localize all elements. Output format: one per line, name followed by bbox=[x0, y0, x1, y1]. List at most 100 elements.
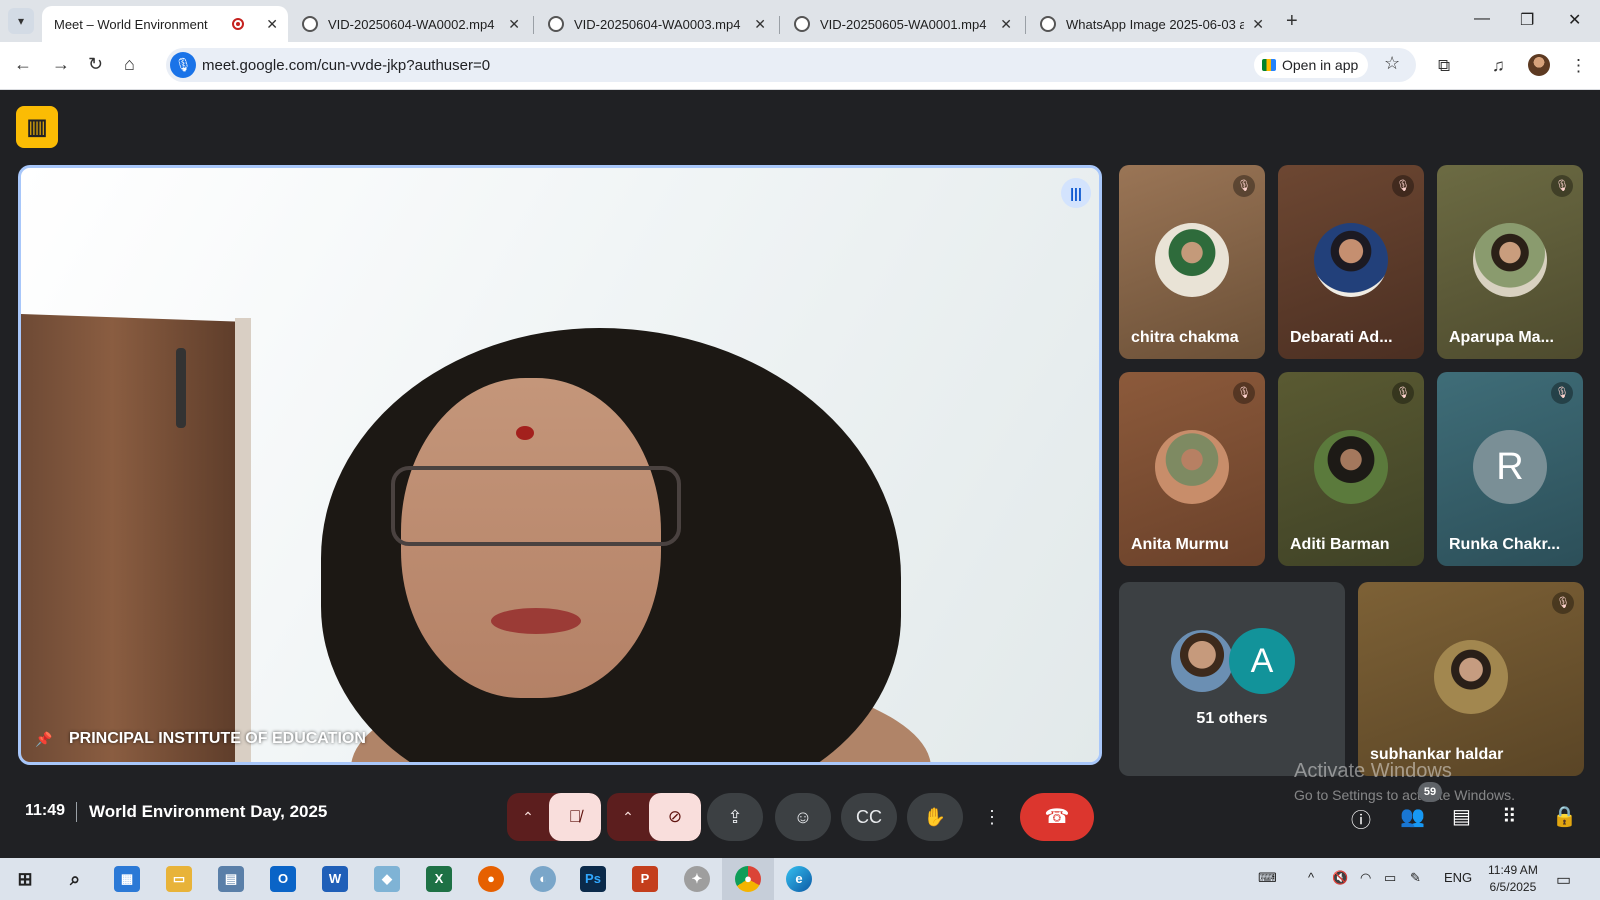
file-explorer-icon[interactable]: ▭ bbox=[166, 866, 192, 892]
close-tab-icon[interactable]: ✕ bbox=[508, 16, 520, 33]
participant-tile[interactable]: 🎙 Debarati Ad... bbox=[1278, 165, 1424, 359]
meeting-info-icon[interactable]: ⓘ bbox=[1351, 804, 1371, 833]
mic-off-icon: 🎙 bbox=[1551, 175, 1573, 197]
raise-hand-button[interactable]: ✋ bbox=[907, 793, 963, 841]
microphone-off-button[interactable]: 🎙̸ bbox=[549, 793, 601, 841]
restore-icon[interactable]: ❐ bbox=[1520, 10, 1534, 30]
camera-off-button[interactable]: ⊘ bbox=[649, 793, 701, 841]
close-tab-icon[interactable]: ✕ bbox=[266, 16, 278, 33]
store-icon[interactable]: ▦ bbox=[114, 866, 140, 892]
participant-avatar bbox=[1314, 223, 1388, 297]
participant-avatar bbox=[1434, 640, 1508, 714]
network-icon[interactable]: ◠ bbox=[1360, 870, 1371, 886]
present-screen-button[interactable]: ⇪ bbox=[707, 793, 763, 841]
activities-icon[interactable]: ⠿ bbox=[1502, 804, 1517, 829]
close-tab-icon[interactable]: ✕ bbox=[1252, 16, 1264, 33]
tab-title: VID-20250604-WA0002.mp4 bbox=[328, 16, 495, 32]
back-arrow-icon[interactable]: ← bbox=[14, 54, 32, 75]
tab-search-chevron-icon[interactable]: ▾ bbox=[8, 8, 34, 34]
paint-icon[interactable]: ◐ bbox=[530, 866, 556, 892]
leave-call-button[interactable]: ☎ bbox=[1020, 793, 1094, 841]
meet-companion-logo-icon[interactable]: ▥ bbox=[16, 106, 58, 148]
close-tab-icon[interactable]: ✕ bbox=[754, 16, 766, 33]
video-door-frame bbox=[235, 318, 251, 762]
main-speaker-tile[interactable]: ||| 📌 PRINCIPAL INSTITUTE OF EDUCATION bbox=[18, 165, 1102, 765]
participant-tile[interactable]: R 🎙 Runka Chakr... bbox=[1437, 372, 1583, 566]
excel-icon[interactable]: X bbox=[426, 866, 452, 892]
tab-video-3[interactable]: VID-20250605-WA0001.mp4 ✕ bbox=[782, 6, 1022, 42]
volume-muted-icon[interactable]: 🔇 bbox=[1332, 870, 1348, 886]
search-icon[interactable]: ⌕ bbox=[62, 866, 88, 892]
url-text[interactable]: meet.google.com/cun-vvde-jkp?authuser=0 bbox=[202, 57, 490, 74]
new-tab-plus-icon[interactable]: + bbox=[1286, 10, 1298, 33]
microphone-access-icon[interactable]: 🎙 bbox=[170, 52, 196, 78]
app-icon[interactable]: ✦ bbox=[684, 866, 710, 892]
video-speaker-glasses bbox=[391, 466, 681, 546]
mic-off-icon: 🎙 bbox=[1392, 382, 1414, 404]
chat-icon[interactable]: ▤ bbox=[1452, 804, 1471, 829]
browser-menu-icon[interactable]: ⋮ bbox=[1570, 56, 1587, 76]
edge-icon[interactable]: e bbox=[786, 866, 812, 892]
main-speaker-name: PRINCIPAL INSTITUTE OF EDUCATION bbox=[69, 730, 366, 747]
show-hidden-icons-icon[interactable]: ^ bbox=[1308, 870, 1314, 885]
video-speaker-lips bbox=[491, 608, 581, 634]
keyboard-icon[interactable]: ⌨ bbox=[1258, 870, 1277, 886]
video-control-group: ⌃ ⊘ bbox=[607, 793, 701, 841]
captions-button[interactable]: CC bbox=[841, 793, 897, 841]
people-icon[interactable]: 👥 bbox=[1400, 804, 1425, 829]
mic-off-icon: 🎙 bbox=[1551, 382, 1573, 404]
tab-bar: ▾ Meet – World Environment ✕ VID-2025060… bbox=[0, 0, 1600, 112]
host-controls-icon[interactable]: 🔒 bbox=[1552, 804, 1577, 829]
outlook-icon[interactable]: O bbox=[270, 866, 296, 892]
audio-options-chevron-icon[interactable]: ⌃ bbox=[507, 793, 549, 841]
tab-title: VID-20250604-WA0003.mp4 bbox=[574, 16, 741, 32]
profile-avatar[interactable] bbox=[1528, 54, 1550, 76]
battery-icon[interactable]: ▭ bbox=[1384, 870, 1396, 886]
minimize-icon[interactable]: — bbox=[1474, 10, 1490, 28]
participant-tile[interactable]: 🎙 Aditi Barman bbox=[1278, 372, 1424, 566]
windows-start-icon[interactable]: ⊞ bbox=[12, 866, 38, 892]
tab-video-1[interactable]: VID-20250604-WA0002.mp4 ✕ bbox=[290, 6, 530, 42]
others-tile[interactable]: A 51 others bbox=[1119, 582, 1345, 776]
photoshop-icon[interactable]: Ps bbox=[580, 866, 606, 892]
participant-tile[interactable]: 🎙 Aparupa Ma... bbox=[1437, 165, 1583, 359]
word-icon[interactable]: W bbox=[322, 866, 348, 892]
home-icon[interactable]: ⌂ bbox=[124, 54, 135, 75]
bookmark-star-icon[interactable]: ☆ bbox=[1384, 53, 1400, 74]
close-window-icon[interactable]: ✕ bbox=[1568, 10, 1581, 30]
notifications-icon[interactable]: ▭ bbox=[1556, 870, 1571, 890]
video-options-chevron-icon[interactable]: ⌃ bbox=[607, 793, 649, 841]
close-tab-icon[interactable]: ✕ bbox=[1000, 16, 1012, 33]
tab-video-2[interactable]: VID-20250604-WA0003.mp4 ✕ bbox=[536, 6, 776, 42]
media-control-icon[interactable]: ♫ bbox=[1492, 56, 1505, 76]
participant-name: Aditi Barman bbox=[1290, 536, 1390, 553]
app-icon[interactable]: ▤ bbox=[218, 866, 244, 892]
more-options-button[interactable]: ⋮ bbox=[977, 793, 1007, 841]
tab-whatsapp-image[interactable]: WhatsApp Image 2025-06-03 a ✕ bbox=[1028, 6, 1274, 42]
chrome-icon[interactable]: ● bbox=[735, 866, 761, 892]
participant-name: chitra chakma bbox=[1131, 329, 1239, 346]
system-clock[interactable]: 11:49 AM 6/5/2025 bbox=[1488, 862, 1538, 896]
activate-windows-watermark: Activate Windows Go to Settings to activ… bbox=[1294, 760, 1515, 803]
powerpoint-icon[interactable]: P bbox=[632, 866, 658, 892]
firefox-icon[interactable]: ● bbox=[478, 866, 504, 892]
open-in-app-button[interactable]: Open in app bbox=[1254, 52, 1369, 78]
participant-avatar bbox=[1473, 223, 1547, 297]
participant-avatar bbox=[1155, 223, 1229, 297]
tab-meet[interactable]: Meet – World Environment ✕ bbox=[42, 6, 288, 112]
participant-tile[interactable]: 🎙 subhankar haldar bbox=[1358, 582, 1584, 776]
omnibox[interactable]: 🎙 meet.google.com/cun-vvde-jkp?authuser=… bbox=[166, 48, 1416, 82]
participant-tile[interactable]: 🎙 chitra chakma bbox=[1119, 165, 1265, 359]
participant-tile[interactable]: 🎙 Anita Murmu bbox=[1119, 372, 1265, 566]
emoji-reaction-button[interactable]: ☺ bbox=[775, 793, 831, 841]
pen-icon[interactable]: ✎ bbox=[1410, 870, 1421, 886]
pin-icon[interactable]: 📌 bbox=[35, 731, 52, 748]
input-language[interactable]: ENG bbox=[1444, 870, 1472, 885]
reload-icon[interactable]: ↻ bbox=[88, 54, 103, 75]
divider bbox=[76, 802, 77, 822]
forward-arrow-icon[interactable]: → bbox=[52, 54, 70, 75]
participant-name: Aparupa Ma... bbox=[1449, 329, 1554, 346]
extensions-icon[interactable]: ⧉ bbox=[1438, 56, 1450, 76]
app-icon[interactable]: ◆ bbox=[374, 866, 400, 892]
globe-icon bbox=[548, 16, 564, 32]
